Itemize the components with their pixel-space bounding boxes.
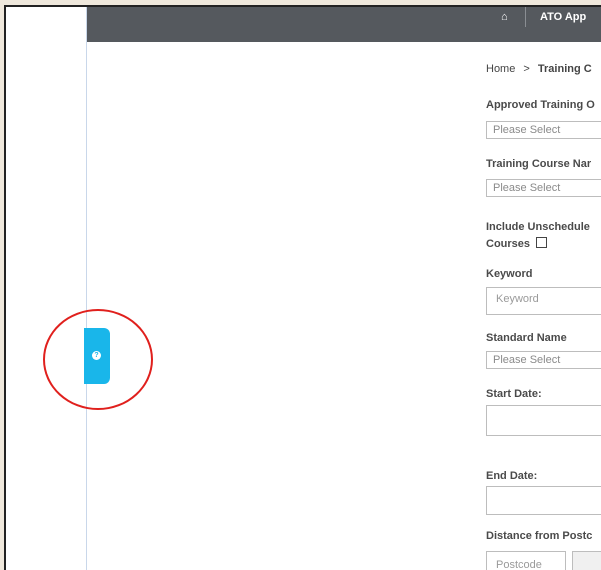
standard-name-label: Standard Name bbox=[486, 332, 567, 344]
browser-viewport: ⌂ ATO App ? Home > Training C Approved T… bbox=[4, 5, 601, 570]
question-icon: ? bbox=[92, 351, 101, 360]
unscheduled-label: Include Unschedule bbox=[486, 221, 590, 233]
postcode-input[interactable]: Postcode bbox=[486, 551, 566, 570]
ato-select[interactable]: Please Select bbox=[486, 121, 601, 139]
unscheduled-checkbox[interactable] bbox=[536, 237, 548, 248]
help-tab-button[interactable]: ? bbox=[84, 328, 110, 384]
top-navigation-bar: ⌂ ATO App bbox=[87, 7, 601, 42]
ato-label: Approved Training O bbox=[486, 99, 595, 111]
breadcrumb-current: Training C bbox=[537, 63, 592, 75]
unscheduled-courses-row: Courses bbox=[486, 237, 548, 251]
breadcrumb: Home > Training C bbox=[486, 63, 592, 75]
distance-select[interactable] bbox=[572, 551, 601, 570]
standard-name-select[interactable]: Please Select bbox=[486, 351, 601, 369]
nav-separator bbox=[525, 7, 526, 27]
keyword-label: Keyword bbox=[486, 268, 533, 280]
start-date-input[interactable] bbox=[486, 405, 601, 436]
start-date-label: Start Date: bbox=[486, 388, 542, 400]
course-name-label: Training Course Nar bbox=[486, 158, 592, 170]
unscheduled-label-line2: Courses bbox=[486, 238, 531, 250]
nav-item-ato[interactable]: ATO App bbox=[540, 12, 586, 23]
content-divider bbox=[86, 7, 87, 570]
end-date-label: End Date: bbox=[486, 470, 538, 482]
distance-label: Distance from Postc bbox=[486, 530, 593, 542]
keyword-input[interactable]: Keyword bbox=[486, 287, 601, 315]
breadcrumb-home[interactable]: Home bbox=[486, 63, 515, 75]
home-icon[interactable]: ⌂ bbox=[501, 12, 511, 23]
course-name-select[interactable]: Please Select bbox=[486, 179, 601, 197]
end-date-input[interactable] bbox=[486, 486, 601, 515]
breadcrumb-separator: > bbox=[523, 63, 530, 75]
